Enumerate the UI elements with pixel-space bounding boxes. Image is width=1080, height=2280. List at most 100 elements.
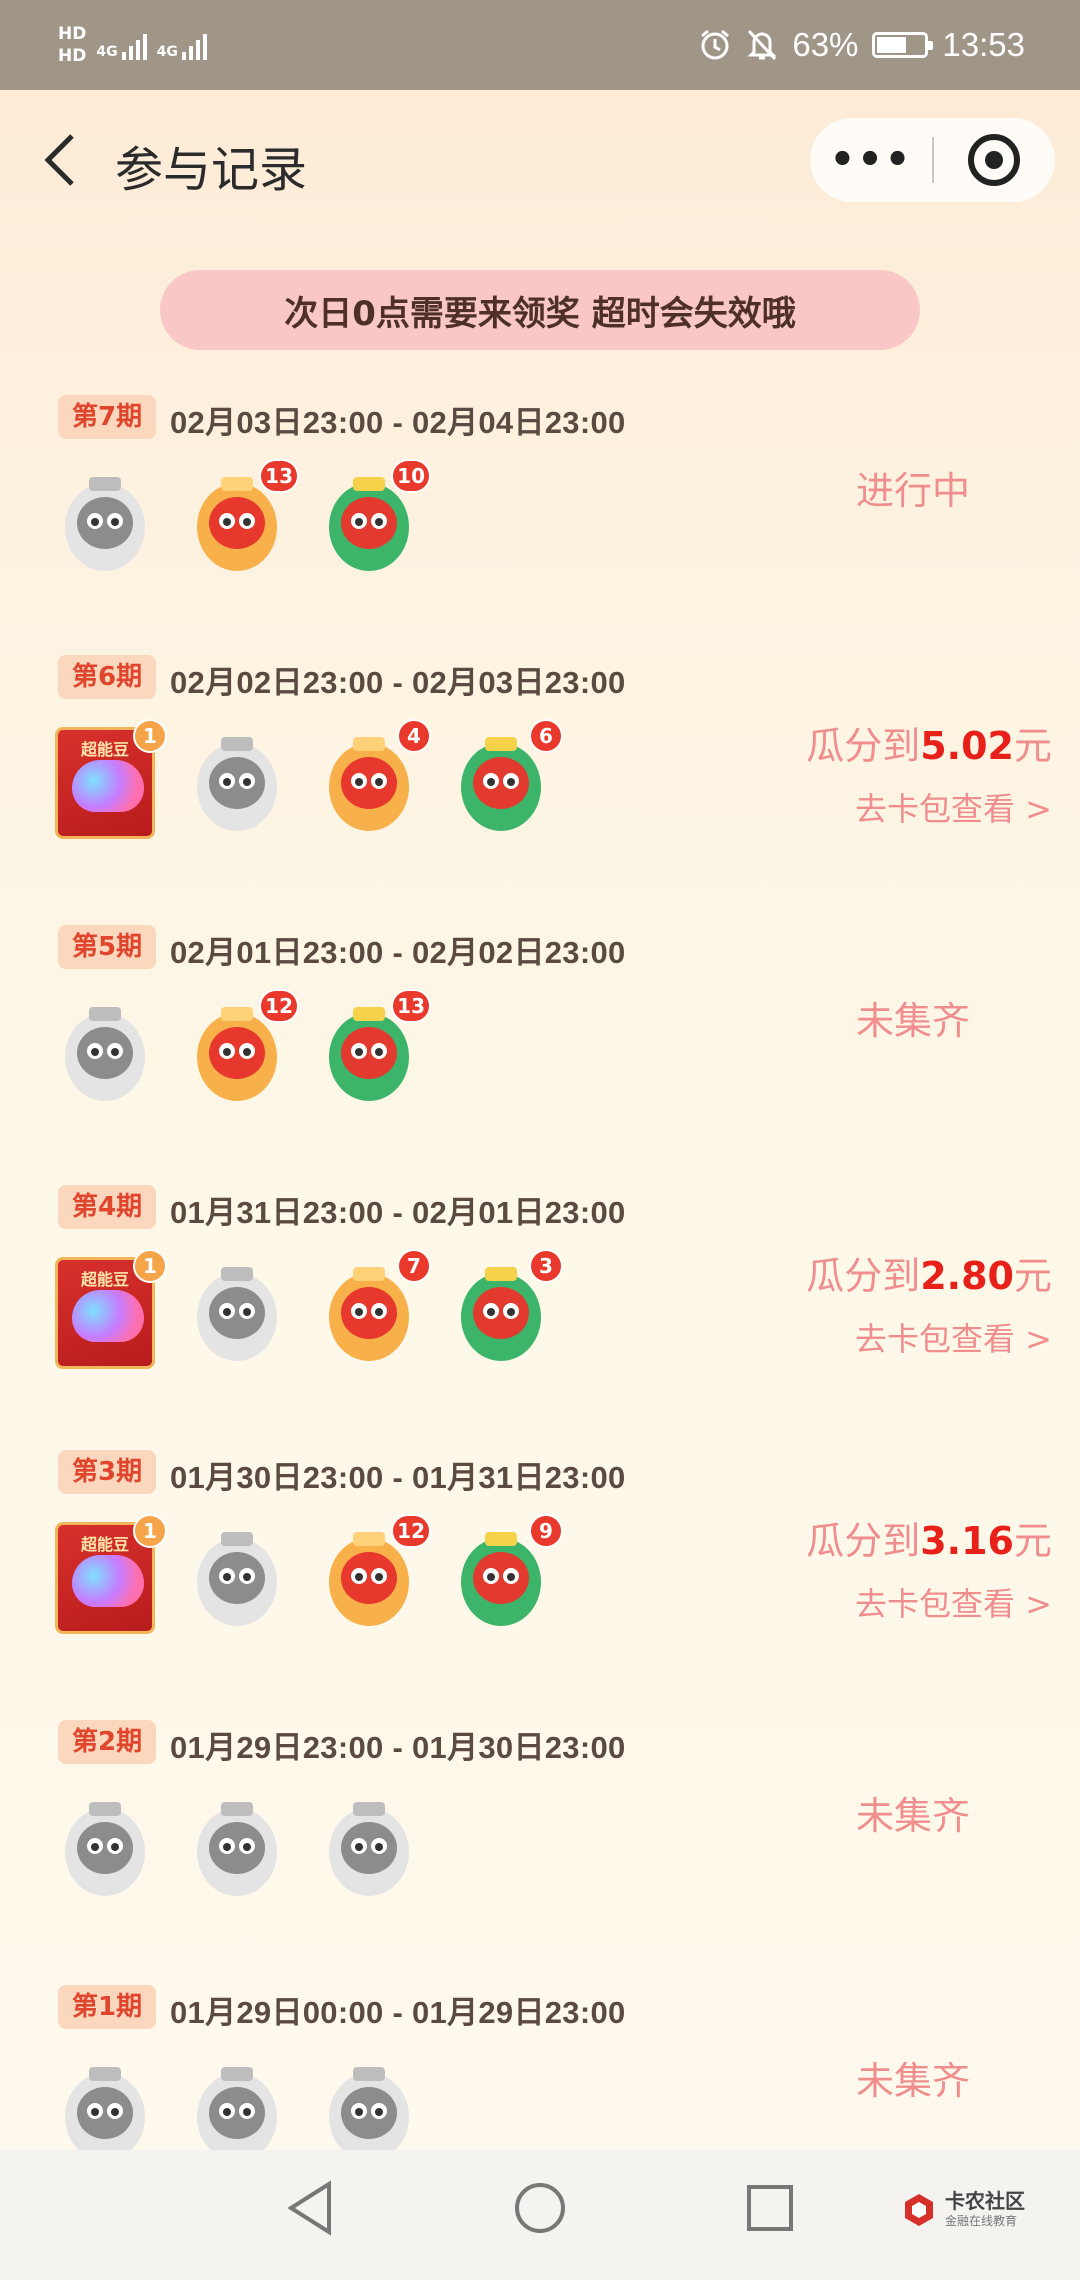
bean-count-badge: 1	[133, 1249, 167, 1283]
target-icon	[968, 134, 1020, 186]
bean-count-badge: 4	[397, 719, 431, 753]
signal-1: 4G	[96, 30, 147, 60]
page-title: 参与记录	[115, 142, 308, 198]
prize-amount: 2.80	[920, 1254, 1014, 1298]
bean-orange-icon: 7	[319, 1249, 431, 1369]
round-item: 第6期 02月02日23:00 - 02月03日23:00 超能豆 1 4 6 瓜分到5.0…	[0, 655, 1080, 885]
bean-gray-icon	[187, 1522, 287, 1634]
more-menu-button[interactable]: •••	[810, 137, 932, 183]
round-tag: 第2期	[58, 1720, 157, 1764]
bean-gray-icon	[55, 997, 155, 1109]
bean-green-icon: 9	[451, 1514, 563, 1634]
prize-block: 瓜分到2.80元去卡包查看 >	[806, 1245, 1052, 1360]
signal-icon	[121, 30, 147, 60]
prize-prefix: 瓜分到	[806, 1519, 921, 1563]
prize-prefix: 瓜分到	[806, 1254, 921, 1298]
bean-count-badge: 7	[397, 1249, 431, 1283]
net2-label: 4G	[156, 44, 178, 60]
round-item: 第3期 01月30日23:00 - 01月31日23:00 超能豆 1 12 9 瓜分到3.…	[0, 1450, 1080, 1680]
round-period: 01月29日23:00 - 01月30日23:00	[170, 1730, 626, 1765]
bean-orange-icon: 12	[319, 1514, 431, 1634]
status-bar-right: 63% 13:53	[698, 26, 1025, 64]
round-period: 02月03日23:00 - 02月04日23:00	[170, 405, 626, 440]
watermark-logo: 卡农社区 金融在线教育	[901, 2190, 1025, 2229]
round-period: 01月30日23:00 - 01月31日23:00	[170, 1460, 626, 1495]
bean-count-badge: 13	[259, 459, 299, 493]
bean-gray-icon	[187, 1792, 287, 1904]
prize-amount: 5.02	[920, 724, 1014, 768]
bean-card-icon: 超能豆 1	[55, 719, 167, 839]
round-item: 第4期 01月31日23:00 - 02月01日23:00 超能豆 1 7 3 瓜分到2.8…	[0, 1185, 1080, 1415]
bean-gray-icon	[55, 467, 155, 579]
signal-icon	[181, 30, 207, 60]
nav-back-icon[interactable]	[285, 2180, 335, 2236]
prize-line: 瓜分到2.80元	[806, 1245, 1052, 1300]
round-status: 进行中	[855, 469, 970, 513]
page-header: 参与记录 •••	[0, 90, 1080, 235]
view-wallet-link[interactable]: 去卡包查看 >	[806, 784, 1052, 830]
view-wallet-link[interactable]: 去卡包查看 >	[806, 1314, 1052, 1360]
knong-logo-icon	[905, 2193, 933, 2226]
round-status: 未集齐	[855, 999, 970, 1043]
status-bar-left: HD HD 4G 4G	[58, 25, 207, 65]
prize-block: 瓜分到3.16元去卡包查看 >	[806, 1510, 1052, 1625]
status-bar: HD HD 4G 4G 63% 13:53	[0, 0, 1080, 90]
bean-count-badge: 1	[133, 719, 167, 753]
nav-recents-icon[interactable]	[745, 2180, 795, 2236]
round-item: 第2期 01月29日23:00 - 01月30日23:00 未集齐	[0, 1720, 1080, 1950]
super-bean-blob	[72, 1555, 144, 1607]
round-tag: 第7期	[58, 395, 157, 439]
prize-line: 瓜分到3.16元	[806, 1510, 1052, 1565]
round-item: 第7期 02月03日23:00 - 02月04日23:00 13 10 进行中	[0, 395, 1080, 625]
battery-percent: 63%	[792, 26, 859, 63]
notice-banner: 次日0点需要来领奖 超时会失效哦	[160, 270, 920, 350]
hd-indicators: HD HD	[58, 25, 86, 65]
sim1-hd: HD	[58, 24, 87, 44]
bean-gray-icon	[187, 727, 287, 839]
round-tag: 第6期	[58, 655, 157, 699]
round-period: 01月31日23:00 - 02月01日23:00	[170, 1195, 626, 1230]
view-wallet-link[interactable]: 去卡包查看 >	[806, 1579, 1052, 1625]
bean-count-badge: 3	[529, 1249, 563, 1283]
close-miniapp-button[interactable]	[934, 132, 1054, 188]
bean-count-badge: 13	[391, 989, 431, 1023]
back-arrow-icon[interactable]	[38, 130, 82, 190]
prize-prefix: 瓜分到	[806, 724, 921, 768]
round-status: 未集齐	[855, 1794, 970, 1838]
round-status: 未集齐	[855, 2059, 970, 2103]
bean-green-icon: 10	[319, 459, 431, 579]
net1-label: 4G	[96, 44, 118, 60]
bean-count-badge: 9	[529, 1514, 563, 1548]
clock: 13:53	[942, 26, 1025, 63]
prize-unit: 元	[1013, 724, 1052, 768]
bean-orange-icon: 13	[187, 459, 299, 579]
bean-green-icon: 3	[451, 1249, 563, 1369]
bean-count-badge: 12	[259, 989, 299, 1023]
round-tag: 第4期	[58, 1185, 157, 1229]
prize-unit: 元	[1013, 1519, 1052, 1563]
round-period: 01月29日00:00 - 01月29日23:00	[170, 1995, 626, 2030]
super-bean-blob	[72, 760, 144, 812]
bean-count-badge: 12	[391, 1514, 431, 1548]
super-bean-blob	[72, 1290, 144, 1342]
prize-block: 瓜分到5.02元去卡包查看 >	[806, 715, 1052, 830]
bean-gray-icon	[55, 1792, 155, 1904]
round-tag: 第1期	[58, 1985, 157, 2029]
round-tag: 第3期	[58, 1450, 157, 1494]
bean-card-icon: 超能豆 1	[55, 1249, 167, 1369]
round-period: 02月01日23:00 - 02月02日23:00	[170, 935, 626, 970]
prize-unit: 元	[1013, 1254, 1052, 1298]
alarm-icon	[701, 29, 730, 60]
battery-icon	[872, 32, 934, 58]
mute-icon	[747, 29, 777, 61]
watermark-name: 卡农社区	[945, 2189, 1025, 2213]
prize-line: 瓜分到5.02元	[806, 715, 1052, 770]
bean-count-badge: 1	[133, 1514, 167, 1548]
nav-home-icon[interactable]	[513, 2180, 567, 2236]
bean-count-badge: 10	[391, 459, 431, 493]
watermark-sub: 金融在线教育	[945, 2214, 1018, 2228]
bean-count-badge: 6	[529, 719, 563, 753]
round-period: 02月02日23:00 - 02月03日23:00	[170, 665, 626, 700]
system-nav-bar: 卡农社区 金融在线教育	[0, 2150, 1080, 2280]
bean-green-icon: 6	[451, 719, 563, 839]
